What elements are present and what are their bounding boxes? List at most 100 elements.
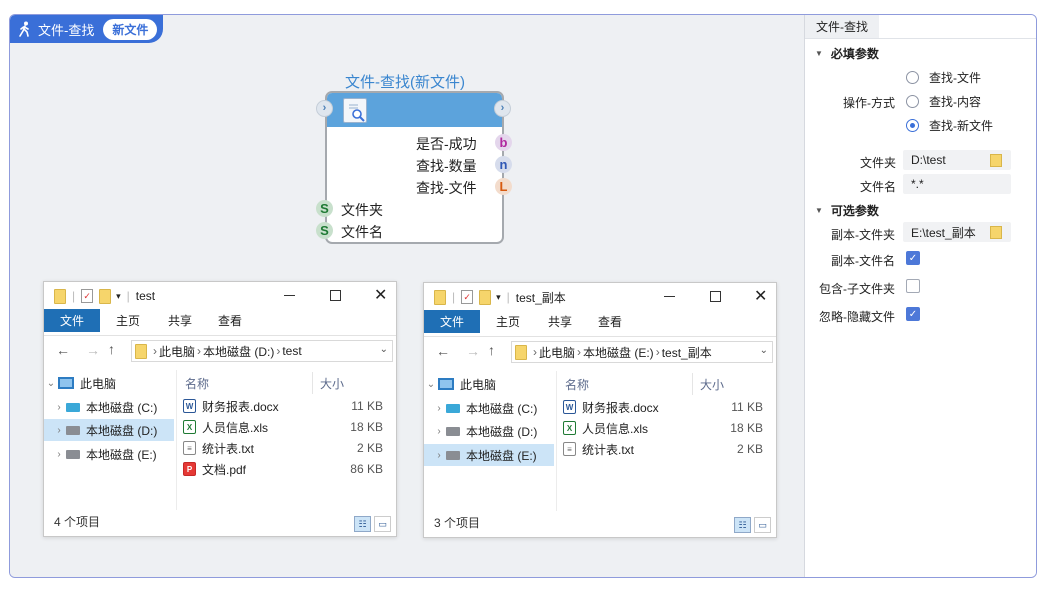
tab-home[interactable]: 主页 (480, 310, 534, 333)
chevron-right-icon[interactable]: › (432, 426, 446, 437)
details-view-icon[interactable]: ☷ (734, 517, 751, 533)
tab-share[interactable]: 共享 (534, 310, 586, 333)
folder-browse-icon[interactable] (990, 226, 1002, 239)
back-icon[interactable]: ← (56, 342, 70, 358)
breadcrumb[interactable]: › 此电脑 › 本地磁盘 (D:) › test ⌄ (131, 340, 393, 362)
file-row[interactable]: ≡ 统计表.txt 2 KB (183, 438, 383, 458)
explorer-window-d[interactable]: | ✓ ▾ | test ✕ 文件 主页 共享 查看 ← → ↑ › 此电脑 ›… (43, 281, 397, 537)
breadcrumb-drive[interactable]: 本地磁盘 (E:) (583, 344, 654, 361)
forward-icon[interactable]: → (466, 343, 480, 359)
optional-section-header[interactable]: ▼ 可选参数 (815, 202, 879, 219)
maximize-icon[interactable] (710, 291, 721, 302)
tab-view[interactable]: 查看 (206, 309, 254, 332)
new-folder-icon[interactable] (479, 289, 492, 305)
filename-input[interactable]: *.* (903, 174, 1011, 194)
file-row[interactable]: X 人员信息.xls 18 KB (183, 417, 383, 437)
file-row[interactable]: W 财务报表.docx 11 KB (183, 396, 383, 416)
panel-tab[interactable]: 文件-查找 (805, 15, 879, 39)
exec-out-port[interactable]: › (494, 100, 511, 117)
breadcrumb-folder[interactable]: test (282, 344, 301, 358)
copy-filename-checkbox[interactable]: ✓ (906, 251, 920, 265)
radio-button[interactable] (906, 119, 919, 132)
input-port-folder[interactable]: S (316, 200, 333, 217)
properties-icon[interactable]: ✓ (81, 289, 94, 303)
collapse-arrow-icon[interactable]: ▼ (815, 206, 823, 215)
chevron-right-icon[interactable]: › (432, 450, 446, 461)
column-size[interactable]: 大小 (312, 372, 344, 394)
tree-item-c[interactable]: › 本地磁盘 (C:) (44, 396, 174, 418)
quick-access-dropdown-icon[interactable]: ▾ (496, 292, 501, 303)
chevron-right-icon[interactable]: › (432, 403, 446, 414)
column-size[interactable]: 大小 (692, 373, 724, 395)
tree-item-e[interactable]: › 本地磁盘 (E:) (424, 444, 554, 466)
close-icon[interactable]: ✕ (374, 285, 387, 305)
chevron-right-icon[interactable]: › (52, 449, 66, 460)
up-icon[interactable]: ↑ (108, 341, 115, 357)
radio-find-new-file[interactable]: 查找-新文件 (906, 117, 993, 134)
output-port-list[interactable]: L (495, 178, 512, 195)
required-section-header[interactable]: ▼ 必填参数 (815, 45, 879, 62)
tree-item-e[interactable]: › 本地磁盘 (E:) (44, 443, 174, 465)
explorer-titlebar[interactable]: | ✓ ▾ | test_副本 ✕ (424, 283, 776, 311)
breadcrumb-folder[interactable]: test_副本 (662, 344, 712, 361)
file-row[interactable]: W 财务报表.docx 11 KB (563, 397, 763, 417)
large-icons-view-icon[interactable]: ▭ (374, 516, 391, 532)
file-row[interactable]: X 人员信息.xls 18 KB (563, 418, 763, 438)
explorer-titlebar[interactable]: | ✓ ▾ | test ✕ (44, 282, 396, 310)
large-icons-view-icon[interactable]: ▭ (754, 517, 771, 533)
minimize-icon[interactable] (284, 295, 295, 296)
node-header[interactable] (327, 93, 502, 127)
tab-view[interactable]: 查看 (586, 310, 634, 333)
file-row[interactable]: P 文档.pdf 86 KB (183, 459, 383, 479)
column-name[interactable]: 名称 (185, 372, 209, 394)
ignore-hidden-checkbox[interactable]: ✓ (906, 307, 920, 321)
tab-share[interactable]: 共享 (154, 309, 206, 332)
file-list: 名称 大小 W 财务报表.docx 11 KB X 人员信息.xls 18 KB ≡ 统计… (556, 371, 776, 511)
tree-item-d[interactable]: › 本地磁盘 (D:) (44, 419, 174, 441)
chevron-down-icon[interactable]: ⌄ (760, 345, 768, 356)
breadcrumb-pc[interactable]: 此电脑 (539, 344, 575, 361)
exec-in-port[interactable]: › (316, 100, 333, 117)
breadcrumb-drive[interactable]: 本地磁盘 (D:) (203, 343, 274, 360)
tab-file[interactable]: 文件 (44, 309, 101, 332)
folder-input[interactable]: D:\test (903, 150, 1011, 170)
radio-find-file[interactable]: 查找-文件 (906, 69, 981, 86)
maximize-icon[interactable] (330, 290, 341, 301)
chevron-down-icon[interactable]: ⌄ (44, 378, 58, 389)
properties-icon[interactable]: ✓ (461, 290, 474, 304)
chevron-down-icon[interactable]: ⌄ (380, 344, 388, 355)
minimize-icon[interactable] (664, 296, 675, 297)
collapse-arrow-icon[interactable]: ▼ (815, 49, 823, 58)
quick-access-dropdown-icon[interactable]: ▾ (116, 291, 121, 302)
chevron-right-icon[interactable]: › (52, 425, 66, 436)
tree-item-c[interactable]: › 本地磁盘 (C:) (424, 397, 554, 419)
back-icon[interactable]: ← (436, 343, 450, 359)
details-view-icon[interactable]: ☷ (354, 516, 371, 532)
breadcrumb-pc[interactable]: 此电脑 (159, 343, 195, 360)
forward-icon[interactable]: → (86, 342, 100, 358)
explorer-window-e[interactable]: | ✓ ▾ | test_副本 ✕ 文件 主页 共享 查看 ← → ↑ › 此电… (423, 282, 777, 538)
new-folder-icon[interactable] (99, 288, 112, 304)
radio-button[interactable] (906, 71, 919, 84)
breadcrumb[interactable]: › 此电脑 › 本地磁盘 (E:) › test_副本 ⌄ (511, 341, 773, 363)
folder-browse-icon[interactable] (990, 154, 1002, 167)
up-icon[interactable]: ↑ (488, 342, 495, 358)
radio-button[interactable] (906, 95, 919, 108)
tab-home[interactable]: 主页 (100, 309, 154, 332)
file-row[interactable]: ≡ 统计表.txt 2 KB (563, 439, 763, 459)
radio-find-content[interactable]: 查找-内容 (906, 93, 981, 110)
input-port-filename[interactable]: S (316, 222, 333, 239)
workflow-canvas[interactable]: 文件-查找 新文件 文件-查找(新文件) › › 是否-成功 b 查找-数量 n… (10, 15, 804, 577)
include-subfolder-checkbox[interactable] (906, 279, 920, 293)
output-port-number[interactable]: n (495, 156, 512, 173)
chevron-right-icon[interactable]: › (52, 402, 66, 413)
tab-file[interactable]: 文件 (424, 310, 481, 333)
tree-item-pc[interactable]: ⌄ 此电脑 (44, 372, 174, 394)
output-port-bool[interactable]: b (495, 134, 512, 151)
chevron-down-icon[interactable]: ⌄ (424, 379, 438, 390)
tree-item-d[interactable]: › 本地磁盘 (D:) (424, 420, 554, 442)
close-icon[interactable]: ✕ (754, 286, 767, 306)
column-name[interactable]: 名称 (565, 373, 589, 395)
copy-folder-input[interactable]: E:\test_副本 (903, 222, 1011, 242)
tree-item-pc[interactable]: ⌄ 此电脑 (424, 373, 554, 395)
